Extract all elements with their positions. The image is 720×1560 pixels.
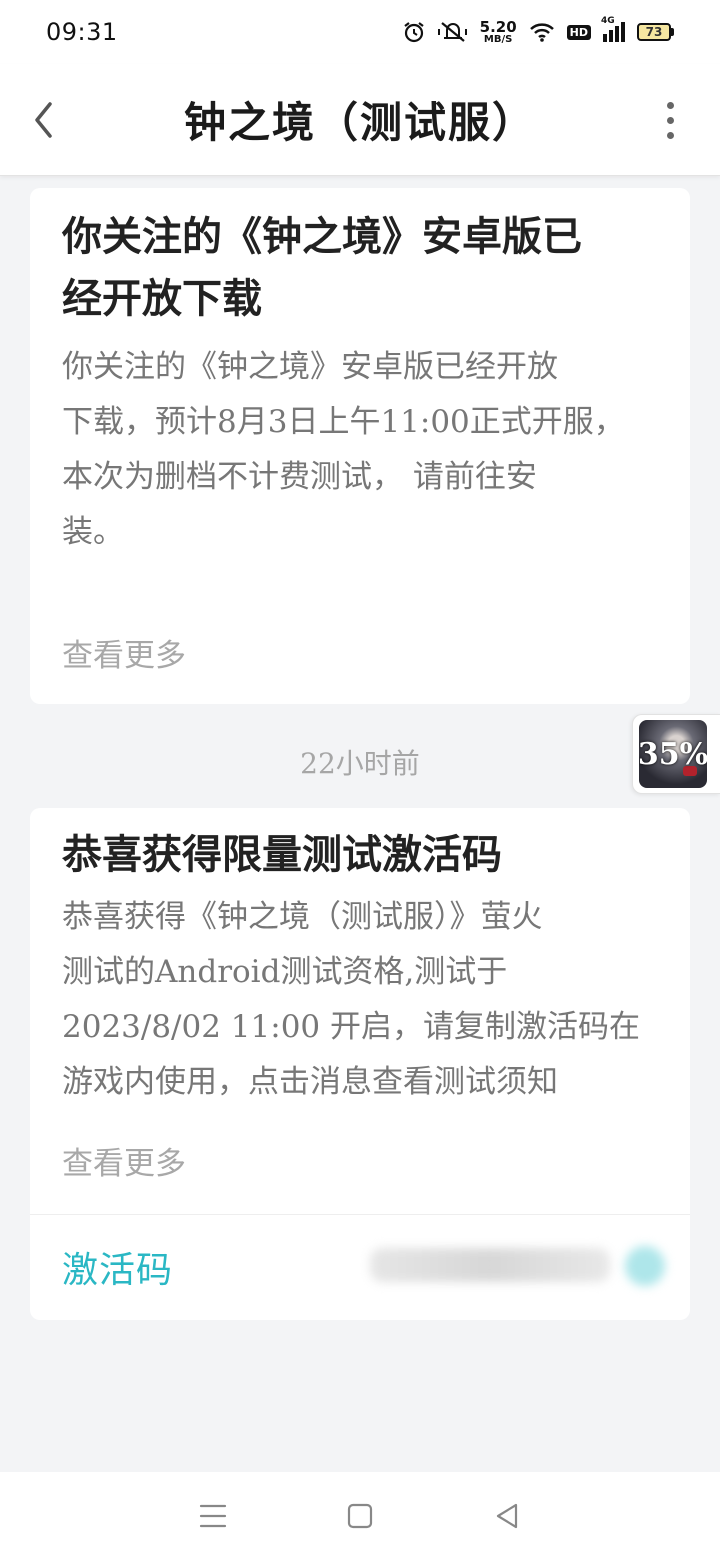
alarm-icon [403, 22, 424, 43]
message-body-line: 2023/8/02 11:00 开启，请复制激活码在 [62, 1009, 640, 1045]
net-speed-value: 5.20 [479, 17, 517, 36]
message-title-line: 经开放下载 [62, 275, 262, 322]
net-speed-unit: MB/S [483, 33, 513, 45]
status-icons: 5.20 MB/S HD 4G 73 [402, 16, 674, 45]
status-bar: 09:31 5.20 MB/S HD 4G 73 [0, 0, 720, 64]
activation-code-value-blurred[interactable] [370, 1248, 610, 1282]
message-title-line: 你关注的《钟之境》安卓版已 [62, 213, 582, 260]
download-percent: 35% [639, 736, 707, 772]
message-body: 你关注的《钟之境》安卓版已经开放 下载，预计8月3日上午11:00正式开服， 本… [30, 340, 690, 560]
net-speed: 5.20 MB/S [479, 17, 517, 45]
signal-label: 4G [601, 16, 615, 26]
view-more-link[interactable]: 查看更多 [62, 1138, 186, 1183]
signal-icon: 4G [601, 16, 625, 42]
mute-icon [437, 22, 467, 42]
battery-icon: 73 [637, 23, 674, 41]
message-body: 恭喜获得《钟之境（测试服）》萤火 测试的Android测试资格,测试于 2023… [30, 890, 690, 1110]
wifi-icon [529, 23, 554, 42]
back-button[interactable] [24, 94, 64, 146]
message-title: 恭喜获得限量测试激活码 [62, 831, 502, 878]
activation-code-label: 激活码 [62, 1250, 174, 1291]
message-title: 你关注的《钟之境》安卓版已 经开放下载 [30, 206, 690, 330]
message-body-line: 装。 [62, 514, 124, 550]
activation-code-row: 激活码 [30, 1214, 690, 1320]
battery-level: 73 [645, 25, 663, 39]
hd-icon: HD [566, 24, 591, 40]
message-body-line: 恭喜获得《钟之境（测试服）》萤火 [62, 899, 543, 935]
recent-apps-button[interactable] [183, 1486, 243, 1546]
copy-button[interactable] [625, 1246, 665, 1286]
chevron-left-icon [35, 102, 52, 138]
more-menu-button[interactable] [656, 94, 684, 146]
home-button[interactable] [330, 1486, 390, 1546]
home-square-icon [347, 1503, 373, 1529]
back-triangle-icon [496, 1503, 517, 1529]
view-more-link[interactable]: 查看更多 [62, 630, 186, 675]
message-body-line: 下载，预计8月3日上午11:00正式开服， [62, 404, 625, 440]
floating-download-widget[interactable]: 35% [632, 714, 720, 794]
message-timestamp: 22小时前 [300, 747, 420, 780]
message-card[interactable]: 你关注的《钟之境》安卓版已 经开放下载 你关注的《钟之境》安卓版已经开放 下载，… [30, 188, 690, 704]
message-card[interactable]: 恭喜获得限量测试激活码 恭喜获得《钟之境（测试服）》萤火 测试的Android测… [30, 808, 690, 1320]
system-nav-bar [0, 1472, 720, 1560]
message-body-line: 游戏内使用，点击消息查看测试须知 [62, 1064, 558, 1100]
page-title: 钟之境（测试服） [183, 98, 536, 147]
menu-icon [200, 1504, 227, 1528]
app-header: 钟之境（测试服） [0, 64, 720, 176]
message-body-line: 你关注的《钟之境》安卓版已经开放 [62, 349, 558, 385]
message-body-line: 测试的Android测试资格,测试于 [62, 954, 508, 990]
status-time: 09:31 [46, 18, 118, 46]
game-thumbnail: 35% [639, 720, 707, 788]
message-body-line: 本次为删档不计费测试， 请前往安 [62, 459, 537, 495]
more-vertical-icon [666, 101, 674, 109]
back-nav-button[interactable] [477, 1486, 537, 1546]
